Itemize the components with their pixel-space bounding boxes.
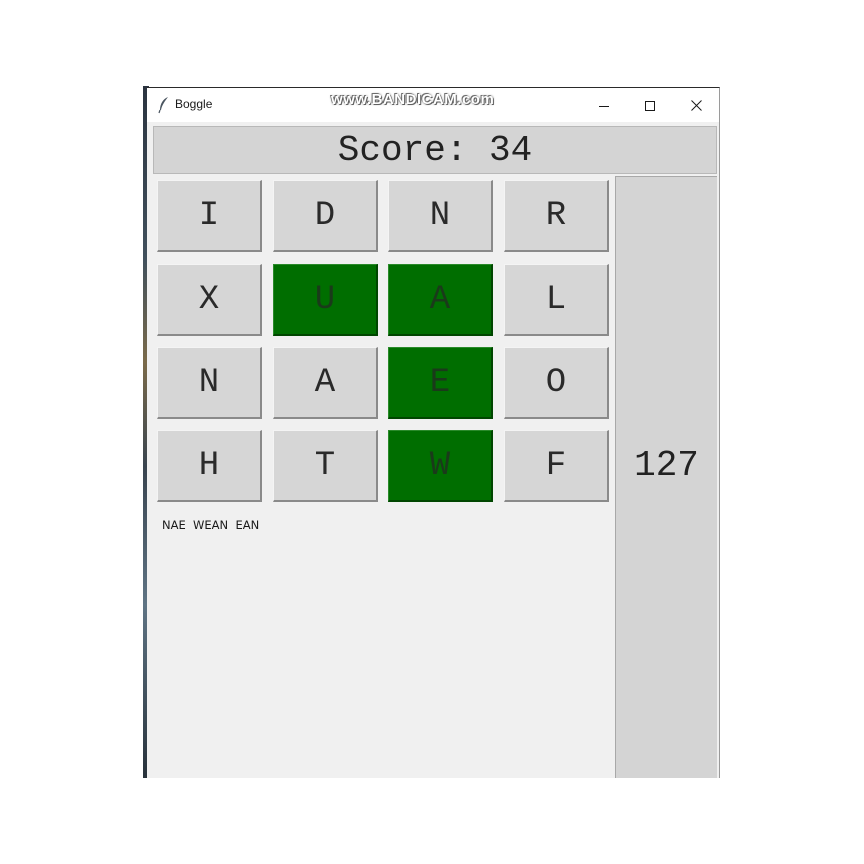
close-button[interactable] [673, 88, 719, 122]
letter-tile[interactable]: L [504, 264, 609, 336]
minimize-icon [599, 96, 609, 115]
letter-tile[interactable]: I [157, 180, 262, 252]
letter-tile[interactable]: W [388, 430, 493, 502]
letter-tile[interactable]: H [157, 430, 262, 502]
maximize-button[interactable] [627, 88, 673, 122]
letter-grid: IDNRXUALNAEOHTWF [157, 180, 613, 504]
title-bar[interactable]: Boggle www.BANDICAM.com [147, 88, 719, 122]
window-title: Boggle [175, 97, 213, 111]
maximize-icon [645, 96, 655, 115]
timer-panel: 127 [615, 176, 717, 778]
minimize-button[interactable] [581, 88, 627, 122]
score-label: Score: 34 [337, 129, 533, 171]
letter-tile[interactable]: E [388, 347, 493, 419]
letter-tile[interactable]: F [504, 430, 609, 502]
letter-tile[interactable]: A [388, 264, 493, 336]
letter-tile[interactable]: X [157, 264, 262, 336]
letter-tile[interactable]: A [273, 347, 378, 419]
letter-tile[interactable]: O [504, 347, 609, 419]
letter-tile[interactable]: N [388, 180, 493, 252]
screen: Boggle www.BANDICAM.com Score: 34 IDN R … [0, 0, 864, 864]
score-bar: Score: 34 [153, 126, 717, 174]
letter-tile[interactable]: R [504, 180, 609, 252]
close-icon [690, 96, 702, 115]
letter-tile[interactable]: U [273, 264, 378, 336]
boggle-window: Boggle www.BANDICAM.com Score: 34 IDN R … [147, 87, 720, 778]
letter-tile[interactable]: N [157, 347, 262, 419]
feather-icon [157, 96, 171, 114]
letter-tile[interactable]: D [273, 180, 378, 252]
timer-countdown: 127 [634, 445, 699, 486]
found-words-list: NAE WEAN EAN [162, 518, 260, 532]
letter-tile[interactable]: T [273, 430, 378, 502]
recorder-watermark: www.BANDICAM.com [331, 91, 495, 108]
